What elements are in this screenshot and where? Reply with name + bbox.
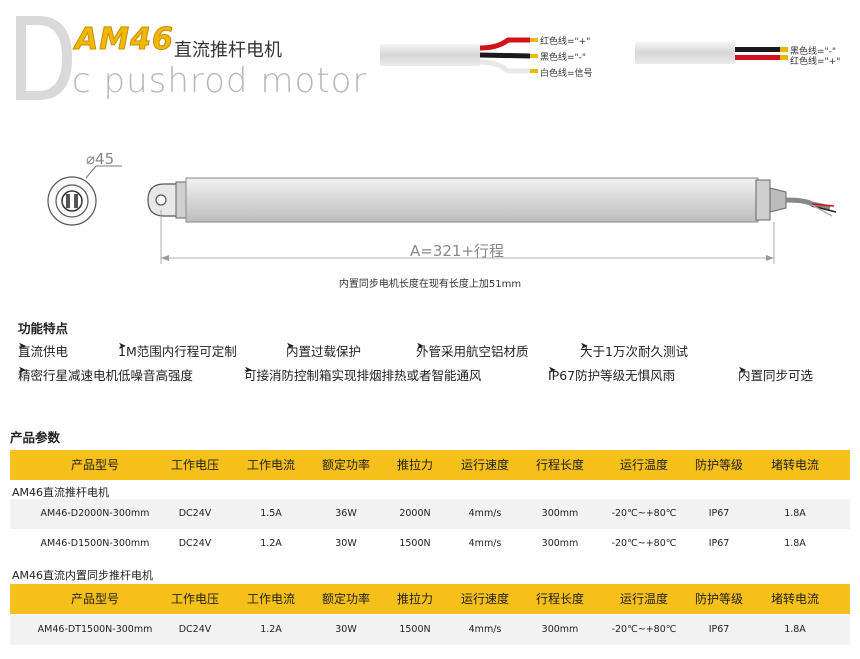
col-power: 额定功率 [321,458,370,472]
table-header: 产品型号 工作电压 工作电流 额定功率 推拉力 运行速度 行程长度 运行温度 防… [10,584,850,614]
cell-force: 1500N [399,624,431,635]
cell-voltage: DC24V [178,624,212,635]
cell-protection: IP67 [708,538,730,549]
table-row: AM46-D2000N-300mm DC24V 1.5A 36W 2000N 4… [10,499,850,529]
cell-stroke: 300mm [541,538,579,549]
cell-voltage: DC24V [178,508,212,519]
col-protection: 防护等级 [694,592,743,606]
cell-voltage: DC24V [178,538,212,549]
arrow-bullet-icon: ➤ [244,365,253,376]
cell-protection: IP67 [708,624,730,635]
cell-force: 1500N [399,538,431,549]
col-current: 工作电流 [246,458,295,472]
cell-current: 1.2A [260,624,282,635]
col-stroke: 行程长度 [535,592,584,606]
cell-stall-current: 1.8A [784,508,806,519]
cell-temperature: -20℃~+80℃ [611,624,677,635]
col-model: 产品型号 [70,458,119,472]
diameter-label: ⌀45 [86,150,115,168]
cell-stroke: 300mm [541,508,579,519]
cell-protection: IP67 [708,508,730,519]
wire-diagram-graphic [380,37,788,74]
cell-speed: 4mm/s [468,538,502,549]
arrow-bullet-icon: ➤ [580,341,589,352]
col-voltage: 工作电压 [170,458,219,472]
col-temperature: 运行温度 [619,458,668,472]
table-row: AM46-D1500N-300mm DC24V 1.2A 30W 1500N 4… [10,529,850,559]
feature-item: ➤ IP67防护等级无惧风雨 [548,365,676,383]
wire-diagram: 红色线="+" 黑色线="-" 白色线=信号 黑色线="-" 红色线="+" [380,28,860,88]
wire-label-white: 白色线=信号 [540,69,593,79]
group-label: AM46直流内置同步推杆电机 [12,569,154,582]
feature-item: ➤ 内置同步可选 [738,365,814,383]
col-force: 推拉力 [396,458,433,472]
cell-stall-current: 1.8A [784,624,806,635]
cell-model: AM46-D2000N-300mm [40,508,150,519]
col-stall-current: 堵转电流 [770,458,819,472]
table-row: AM46-DT1500N-300mm DC24V 1.2A 30W 1500N … [10,615,850,645]
cell-temperature: -20℃~+80℃ [611,508,677,519]
feature-item: ➤ 外管采用航空铝材质 [416,341,529,359]
col-temperature: 运行温度 [619,592,668,606]
cell-speed: 4mm/s [468,508,502,519]
product-title-en: c pushrod motor [72,61,368,101]
length-dimension-label: A=321+行程 [410,242,505,260]
arrow-bullet-icon: ➤ [118,341,127,352]
cell-model: AM46-D1500N-300mm [40,538,150,549]
col-voltage: 工作电压 [170,592,219,606]
col-force: 推拉力 [396,592,433,606]
table-header: 产品型号 工作电压 工作电流 额定功率 推拉力 运行速度 行程长度 运行温度 防… [10,450,850,480]
cell-force: 2000N [399,508,431,519]
cell-speed: 4mm/s [468,624,502,635]
cell-power: 30W [335,624,357,635]
wire-label-red: 红色线="+" [540,37,591,47]
feature-item: ➤ 大于1万次耐久测试 [580,341,688,359]
model-name: AM46 [75,22,174,58]
wire-label-red-right: 红色线="+" [790,57,841,67]
arrow-bullet-icon: ➤ [416,341,425,352]
arrow-bullet-icon: ➤ [286,341,295,352]
end-view-icon [47,176,97,226]
length-note: 内置同步电机长度在现有长度上加51mm [338,279,522,290]
col-power: 额定功率 [321,592,370,606]
col-stall-current: 堵转电流 [770,592,819,606]
feature-item: ➤ 内置过载保护 [286,341,362,359]
arrow-bullet-icon: ➤ [738,365,747,376]
col-stroke: 行程长度 [535,458,584,472]
col-speed: 运行速度 [460,592,509,606]
col-protection: 防护等级 [694,458,743,472]
wire-label-black: 黑色线="-" [540,53,587,63]
arrow-bullet-icon: ➤ [18,341,27,352]
group-label: AM46直流推杆电机 [12,486,110,499]
cell-temperature: -20℃~+80℃ [611,538,677,549]
params-title: 产品参数 [10,430,61,445]
cell-current: 1.2A [260,538,282,549]
cell-current: 1.5A [260,508,282,519]
feature-item: ➤ 可接消防控制箱实现排烟排热或者智能通风 [244,365,482,383]
feature-item: ➤ 1M范围内行程可定制 [118,341,237,359]
cell-stroke: 300mm [541,624,579,635]
col-speed: 运行速度 [460,458,509,472]
feature-item: ➤ 精密行星减速电机低噪音高强度 [18,365,194,383]
cell-model: AM46-DT1500N-300mm [37,624,153,635]
arrow-bullet-icon: ➤ [18,365,27,376]
cell-stall-current: 1.8A [784,538,806,549]
big-d-letter-icon [16,16,72,100]
cell-power: 36W [335,508,357,519]
arrow-bullet-icon: ➤ [548,365,557,376]
product-title-cn: 直流推杆电机 [174,40,282,61]
features-title: 功能特点 [18,321,69,336]
feature-item: ➤ 直流供电 [18,341,69,359]
col-model: 产品型号 [70,592,119,606]
col-current: 工作电流 [246,592,295,606]
cell-power: 30W [335,538,357,549]
